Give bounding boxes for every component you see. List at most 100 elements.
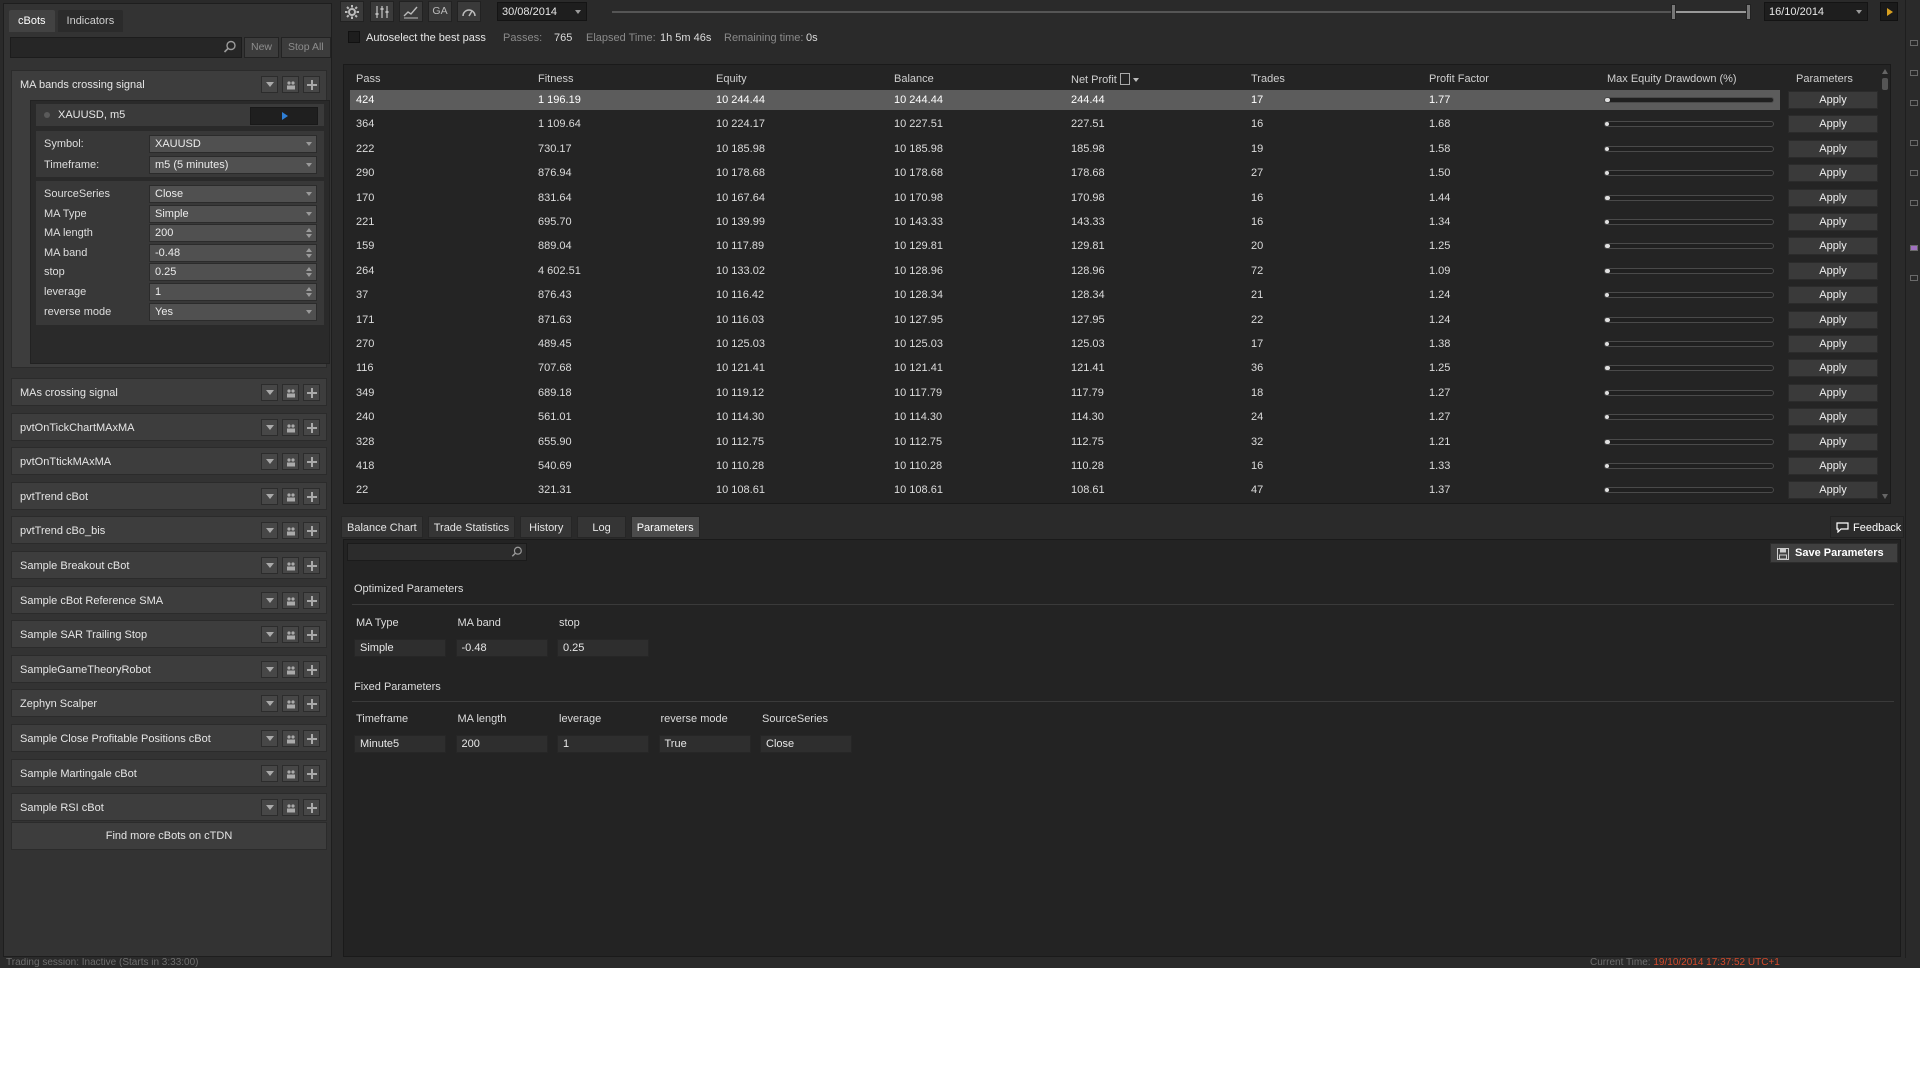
panel-icon[interactable]: [1910, 40, 1918, 46]
settings-button[interactable]: [340, 1, 364, 22]
people-icon[interactable]: [282, 487, 299, 505]
apply-button[interactable]: Apply: [1788, 139, 1878, 158]
tab-log[interactable]: Log: [577, 516, 626, 538]
apply-button[interactable]: Apply: [1788, 164, 1878, 183]
param-select[interactable]: Simple: [149, 204, 317, 223]
tab-cbots[interactable]: cBots: [9, 10, 55, 32]
parameter-value-field[interactable]: Minute5: [354, 735, 446, 753]
panel-icon[interactable]: [1910, 70, 1918, 76]
chart-button[interactable]: [399, 1, 423, 22]
apply-button[interactable]: Apply: [1788, 457, 1878, 475]
apply-button[interactable]: Apply: [1788, 481, 1878, 500]
start-date-picker[interactable]: 30/08/2014: [497, 2, 587, 21]
add-instance-icon[interactable]: [303, 626, 320, 644]
panel-icon[interactable]: [1910, 200, 1918, 206]
add-instance-icon[interactable]: [303, 764, 320, 782]
add-instance-icon[interactable]: [303, 418, 320, 436]
apply-button[interactable]: Apply: [1788, 432, 1878, 451]
table-row[interactable]: 222 730.17 10 185.98 10 185.98 185.98 19 1.58 A…: [350, 139, 1878, 159]
table-row[interactable]: 270 489.45 10 125.03 10 125.03 125.03 17 1.38 A…: [350, 334, 1878, 354]
chevron-down-icon[interactable]: [261, 557, 278, 574]
parameter-value-field[interactable]: -0.48: [455, 639, 548, 657]
table-row[interactable]: 364 1 109.64 10 224.17 10 227.51 227.51 16 1.6…: [350, 114, 1878, 134]
table-row[interactable]: 159 889.04 10 117.89 10 129.81 129.81 20 1.25 A…: [350, 236, 1878, 256]
col-profit-factor[interactable]: Profit Factor: [1429, 73, 1489, 85]
chevron-down-icon[interactable]: [261, 695, 278, 713]
range-end-handle[interactable]: [1746, 4, 1751, 20]
apply-button[interactable]: Apply: [1788, 286, 1878, 305]
panel-icon[interactable]: [1910, 170, 1918, 176]
parameter-value-field[interactable]: 0.25: [557, 639, 649, 657]
genetic-algorithm-button[interactable]: GA: [428, 1, 452, 22]
chevron-down-icon[interactable]: [261, 591, 278, 609]
add-instance-icon[interactable]: [303, 453, 320, 471]
cbot-item[interactable]: pvtTrend cBo_bis: [11, 516, 327, 545]
add-instance-icon[interactable]: [303, 730, 320, 747]
table-row[interactable]: 22 321.31 10 108.61 10 108.61 108.61 47 1.37 Ap…: [350, 480, 1878, 500]
autoselect-checkbox[interactable]: [348, 31, 360, 43]
parameters-search-input[interactable]: [347, 543, 527, 561]
add-instance-icon[interactable]: [303, 487, 320, 505]
add-instance-icon[interactable]: [303, 557, 320, 574]
apply-button[interactable]: Apply: [1788, 213, 1878, 231]
tab-history[interactable]: History: [520, 516, 573, 538]
table-row[interactable]: 37 876.43 10 116.42 10 128.34 128.34 21 1.24 Ap…: [350, 285, 1878, 305]
table-row[interactable]: 290 876.94 10 178.68 10 178.68 178.68 27 1.50 A…: [350, 163, 1878, 183]
cbot-item[interactable]: Zephyn Scalper: [11, 689, 327, 718]
people-icon[interactable]: [282, 660, 299, 678]
tab-indicators[interactable]: Indicators: [57, 10, 124, 32]
table-scrollbar[interactable]: [1881, 66, 1890, 502]
col-equity[interactable]: Equity: [716, 73, 747, 85]
spinner-icon[interactable]: [306, 287, 312, 298]
chevron-down-icon[interactable]: [261, 730, 278, 747]
param-select[interactable]: Yes: [149, 302, 317, 321]
cbot-item[interactable]: Sample RSI cBot: [11, 793, 327, 822]
start-optimization-button[interactable]: [1880, 2, 1898, 21]
cbot-name[interactable]: MA bands crossing signal: [20, 79, 145, 91]
people-icon[interactable]: [282, 626, 299, 644]
table-row[interactable]: 221 695.70 10 139.99 10 143.33 143.33 16 1.34 A…: [350, 212, 1878, 232]
add-instance-icon[interactable]: [303, 660, 320, 678]
chevron-down-icon[interactable]: [261, 384, 278, 401]
apply-button[interactable]: Apply: [1788, 188, 1878, 207]
tab-parameters[interactable]: Parameters: [630, 516, 700, 538]
chevron-down-icon[interactable]: [261, 453, 278, 471]
col-balance[interactable]: Balance: [894, 73, 934, 85]
find-more-cbots-link[interactable]: Find more cBots on cTDN: [11, 822, 327, 850]
people-icon[interactable]: [282, 557, 299, 574]
parameter-value-field[interactable]: Close: [760, 735, 852, 753]
cbot-item[interactable]: pvtTrend cBot: [11, 481, 327, 510]
param-spin-input[interactable]: -0.48: [149, 243, 317, 262]
chevron-down-icon[interactable]: [261, 418, 278, 436]
param-spin-input[interactable]: 0.25: [149, 263, 317, 282]
people-icon[interactable]: [282, 453, 299, 471]
range-start-handle[interactable]: [1671, 4, 1676, 20]
chevron-down-icon[interactable]: [261, 487, 278, 505]
chevron-down-icon[interactable]: [261, 522, 278, 540]
symbol-select[interactable]: XAUUSD: [149, 135, 317, 153]
feedback-button[interactable]: Feedback: [1830, 516, 1904, 538]
apply-button[interactable]: Apply: [1788, 310, 1878, 329]
table-row[interactable]: 171 871.63 10 116.03 10 127.95 127.95 22 1.24 A…: [350, 310, 1878, 330]
spinner-icon[interactable]: [306, 267, 312, 278]
col-fitness[interactable]: Fitness: [538, 73, 573, 85]
cbot-item[interactable]: MAs crossing signal: [11, 378, 327, 406]
table-row[interactable]: 418 540.69 10 110.28 10 110.28 110.28 16 1.33 A…: [350, 456, 1878, 476]
people-icon[interactable]: [282, 384, 299, 401]
tab-trade-statistics[interactable]: Trade Statistics: [427, 516, 516, 538]
apply-button[interactable]: Apply: [1788, 335, 1878, 353]
timeframe-select[interactable]: m5 (5 minutes): [149, 156, 317, 174]
table-row[interactable]: 328 655.90 10 112.75 10 112.75 112.75 32 1.21 A…: [350, 432, 1878, 452]
spinner-icon[interactable]: [306, 228, 312, 239]
people-icon[interactable]: [282, 695, 299, 713]
add-instance-icon[interactable]: [303, 591, 320, 609]
stop-all-button[interactable]: Stop All: [281, 37, 331, 58]
people-icon[interactable]: [282, 730, 299, 747]
param-select[interactable]: Close: [149, 185, 317, 203]
start-instance-button[interactable]: [250, 107, 318, 125]
save-parameters-button[interactable]: Save Parameters: [1770, 543, 1898, 563]
instance-header[interactable]: XAUUSD, m5: [36, 104, 324, 126]
new-button[interactable]: New: [244, 37, 280, 58]
cbot-item[interactable]: Sample Breakout cBot: [11, 551, 327, 579]
param-spin-input[interactable]: 200: [149, 224, 317, 243]
